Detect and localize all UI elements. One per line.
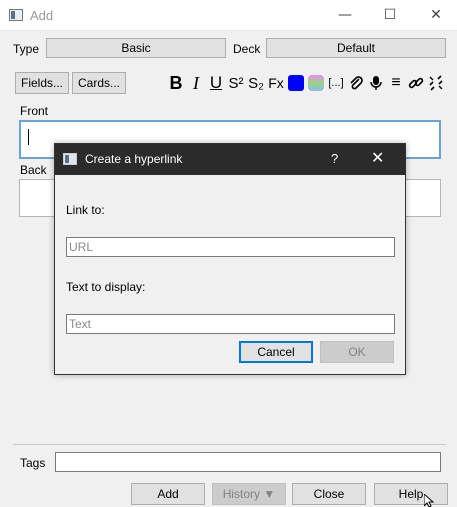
cards-button[interactable]: Cards... xyxy=(72,72,126,94)
more-menu-icon[interactable]: ≡ xyxy=(386,72,406,94)
deck-label: Deck xyxy=(233,42,261,56)
text-caret xyxy=(28,129,29,145)
history-button[interactable]: History ▼ xyxy=(212,483,286,505)
dialog-title: Create a hyperlink xyxy=(85,152,183,166)
superscript-icon[interactable]: S² xyxy=(226,72,246,94)
attach-icon[interactable] xyxy=(346,72,366,94)
front-field-label: Front xyxy=(20,104,49,118)
tags-input[interactable] xyxy=(55,452,441,472)
clear-format-icon[interactable]: Fx xyxy=(266,72,286,94)
link-to-label: Link to: xyxy=(66,203,105,217)
maximize-icon[interactable]: ☐ xyxy=(367,0,413,30)
minimize-icon[interactable]: — xyxy=(322,0,368,30)
type-selector-button[interactable]: Basic xyxy=(46,38,226,58)
unlink-icon[interactable] xyxy=(426,72,446,94)
type-label: Type xyxy=(13,42,40,56)
back-field-label: Back xyxy=(20,163,47,177)
dialog-app-icon xyxy=(63,153,77,165)
dialog-title-bar: Create a hyperlink ? ✕ xyxy=(55,144,405,175)
app-icon xyxy=(9,9,23,21)
cloze-icon[interactable]: [...] xyxy=(326,72,346,94)
ok-button[interactable]: OK xyxy=(320,341,394,363)
underline-icon[interactable]: U xyxy=(206,72,226,94)
dialog-close-icon[interactable]: ✕ xyxy=(371,148,384,167)
highlight-color-icon[interactable] xyxy=(306,72,326,94)
url-placeholder: URL xyxy=(69,240,94,254)
add-button[interactable]: Add xyxy=(131,483,205,505)
url-input[interactable]: URL xyxy=(66,237,395,257)
display-text-placeholder: Text xyxy=(69,317,92,331)
mouse-cursor-icon xyxy=(424,494,435,507)
bold-icon[interactable]: B xyxy=(166,72,186,94)
fields-button[interactable]: Fields... xyxy=(15,72,69,94)
tags-label: Tags xyxy=(20,456,46,470)
cancel-button[interactable]: Cancel xyxy=(239,341,313,363)
close-icon[interactable]: ✕ xyxy=(413,0,457,30)
help-button[interactable]: Help xyxy=(374,483,448,505)
text-color-icon[interactable] xyxy=(286,72,306,94)
separator xyxy=(13,444,446,445)
hyperlink-dialog: Create a hyperlink ? ✕ Link to: URL Text… xyxy=(54,143,406,375)
window-title: Add xyxy=(30,8,54,23)
title-bar: Add — ☐ ✕ xyxy=(0,0,457,31)
close-button[interactable]: Close xyxy=(292,483,366,505)
deck-selector-button[interactable]: Default xyxy=(266,38,446,58)
dialog-help-icon[interactable]: ? xyxy=(331,151,338,166)
italic-icon[interactable]: I xyxy=(186,72,206,94)
record-audio-icon[interactable] xyxy=(366,72,386,94)
display-text-input[interactable]: Text xyxy=(66,314,395,334)
subscript-icon[interactable]: S₂ xyxy=(246,72,266,94)
link-icon[interactable] xyxy=(406,72,426,94)
text-to-display-label: Text to display: xyxy=(66,280,146,294)
